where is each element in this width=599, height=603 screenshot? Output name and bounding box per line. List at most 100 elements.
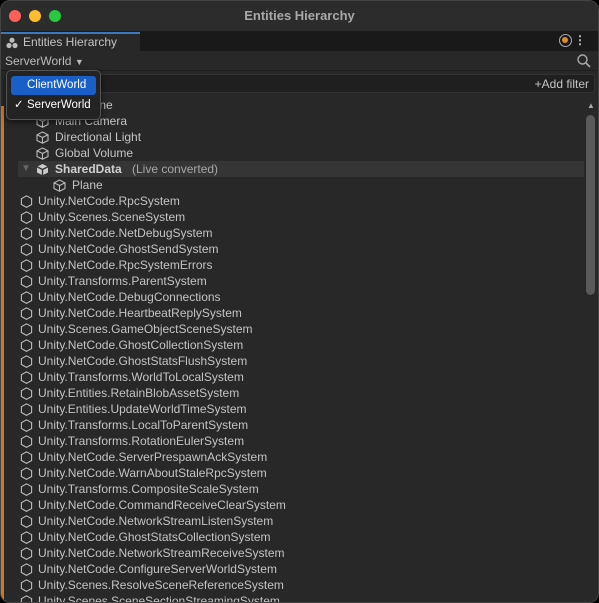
system-icon: [20, 307, 33, 320]
plus-icon: +: [534, 77, 542, 91]
minimize-button[interactable]: [29, 10, 41, 22]
search-filter-field[interactable]: +Add filter: [91, 74, 595, 93]
system-icon: [20, 387, 33, 400]
scrollbar-thumb[interactable]: [586, 115, 595, 295]
system-icon: [20, 355, 33, 368]
system-icon: [20, 339, 33, 352]
system-icon: [20, 451, 33, 464]
close-button[interactable]: [9, 10, 21, 22]
world-selector-dropdown[interactable]: ServerWorld ▼: [5, 54, 84, 68]
tree-item-label: Unity.Transforms.LocalToParentSystem: [38, 418, 249, 432]
chevron-down-icon: ▼: [74, 57, 84, 67]
live-conversion-indicator-icon[interactable]: [559, 34, 572, 47]
tree-item[interactable]: Unity.Transforms.WorldToLocalSystem: [1, 369, 584, 385]
checkmark-icon: ✓: [14, 99, 24, 111]
tree-item[interactable]: Unity.NetCode.NetworkStreamListenSystem: [1, 513, 584, 529]
tree-item[interactable]: Unity.NetCode.RpcSystem: [1, 193, 584, 209]
system-icon: [20, 243, 33, 256]
system-icon: [20, 531, 33, 544]
more-options-icon[interactable]: ⋮: [574, 33, 586, 47]
expand-arrow-icon[interactable]: ▼: [21, 161, 31, 177]
system-icon: [20, 579, 33, 592]
tree-item[interactable]: Unity.Transforms.LocalToParentSystem: [1, 417, 584, 433]
cube-icon: [36, 147, 49, 160]
tree-item[interactable]: Unity.NetCode.WarnAboutStaleRpcSystem: [1, 465, 584, 481]
system-icon: [20, 483, 33, 496]
menu-item-serverworld[interactable]: ✓ ServerWorld: [11, 96, 96, 115]
tree-item-label: Unity.Scenes.GameObjectSceneSystem: [38, 322, 253, 336]
tree-item-label: Unity.NetCode.RpcSystemErrors: [38, 258, 213, 272]
system-icon: [20, 499, 33, 512]
tree-item-label: Unity.Transforms.RotationEulerSystem: [38, 434, 245, 448]
tree-item[interactable]: Global Volume: [1, 145, 584, 161]
tree-item-label: Global Volume: [55, 146, 134, 160]
tree-item-label: Unity.NetCode.GhostStatsFlushSystem: [38, 354, 248, 368]
tree-item[interactable]: Unity.Transforms.RotationEulerSystem: [1, 433, 584, 449]
system-icon: [20, 563, 33, 576]
entities-hierarchy-window: Entities Hierarchy Entities Hierarchy ⋮ …: [0, 0, 599, 603]
tree-item[interactable]: Unity.Scenes.SceneSystem: [1, 209, 584, 225]
tree-item[interactable]: Unity.NetCode.DebugConnections: [1, 289, 584, 305]
tree-item[interactable]: Unity.NetCode.NetworkStreamReceiveSystem: [1, 545, 584, 561]
tree-item-label: Unity.Entities.UpdateWorldTimeSystem: [38, 402, 247, 416]
tree-item[interactable]: Unity.Entities.RetainBlobAssetSystem: [1, 385, 584, 401]
tree-item-label: Unity.NetCode.WarnAboutStaleRpcSystem: [38, 466, 267, 480]
tab-entities-hierarchy[interactable]: Entities Hierarchy: [1, 32, 140, 51]
tree-item[interactable]: Unity.NetCode.GhostStatsCollectionSystem: [1, 529, 584, 545]
tree-item-label: Unity.NetCode.ServerPrespawnAckSystem: [38, 450, 268, 464]
tree-item[interactable]: Unity.NetCode.HeartbeatReplySystem: [1, 305, 584, 321]
menu-item-label: ServerWorld: [27, 99, 91, 111]
tree-item[interactable]: Plane: [1, 177, 584, 193]
menu-item-clientworld[interactable]: ClientWorld: [11, 76, 96, 95]
world-dropdown-menu: ClientWorld ✓ ServerWorld: [6, 70, 101, 120]
tree-item[interactable]: Unity.NetCode.ConfigureServerWorldSystem: [1, 561, 584, 577]
tree-item[interactable]: Unity.Scenes.SceneSectionStreamingSystem: [1, 593, 584, 603]
system-icon: [20, 275, 33, 288]
tree-item-label: Unity.Transforms.CompositeScaleSystem: [38, 482, 259, 496]
system-icon: [20, 547, 33, 560]
tree-item[interactable]: Unity.Scenes.GameObjectSceneSystem: [1, 321, 584, 337]
system-icon: [20, 467, 33, 480]
tree-item-suffix: (Live converted): [132, 162, 219, 176]
tree-item-label: Unity.NetCode.GhostStatsCollectionSystem: [38, 530, 271, 544]
tree-item[interactable]: Unity.NetCode.CommandReceiveClearSystem: [1, 497, 584, 513]
system-icon: [20, 323, 33, 336]
tree-item[interactable]: Directional Light: [1, 129, 584, 145]
system-icon: [20, 403, 33, 416]
tree-item[interactable]: Unity.NetCode.NetDebugSystem: [1, 225, 584, 241]
system-icon: [20, 211, 33, 224]
add-filter-button[interactable]: +Add filter: [535, 77, 589, 91]
system-icon: [20, 419, 33, 432]
tree-item-label: Unity.NetCode.CommandReceiveClearSystem: [38, 498, 286, 512]
tree-item-label: Unity.Scenes.ResolveSceneReferenceSystem: [38, 578, 284, 592]
tree-item[interactable]: ▼ SharedData (Live converted): [18, 161, 584, 177]
title-bar: Entities Hierarchy: [1, 1, 598, 31]
tree-item[interactable]: Unity.NetCode.ServerPrespawnAckSystem: [1, 449, 584, 465]
tree-item[interactable]: Unity.NetCode.GhostStatsFlushSystem: [1, 353, 584, 369]
tree-item[interactable]: Unity.Entities.UpdateWorldTimeSystem: [1, 401, 584, 417]
tree-item-label: Unity.Transforms.WorldToLocalSystem: [38, 370, 244, 384]
tree-item-label: Unity.NetCode.ConfigureServerWorldSystem: [38, 562, 277, 576]
system-icon: [20, 435, 33, 448]
tree-item-label: Unity.NetCode.RpcSystem: [38, 194, 180, 208]
system-icon: [20, 195, 33, 208]
tree-item[interactable]: Unity.Transforms.ParentSystem: [1, 273, 584, 289]
tree-item-label: Unity.NetCode.DebugConnections: [38, 290, 221, 304]
tree-item[interactable]: Unity.NetCode.GhostSendSystem: [1, 241, 584, 257]
tree-item-label: Unity.Scenes.SceneSystem: [38, 210, 186, 224]
tree-item[interactable]: Unity.NetCode.GhostCollectionSystem: [1, 337, 584, 353]
window-title: Entities Hierarchy: [244, 8, 355, 23]
tree-item-label: Unity.Transforms.ParentSystem: [38, 274, 207, 288]
zoom-button[interactable]: [49, 10, 61, 22]
tree-item[interactable]: Unity.Scenes.ResolveSceneReferenceSystem: [1, 577, 584, 593]
scroll-up-icon[interactable]: ▲: [587, 101, 595, 110]
tree-item-label: SharedData: [55, 162, 122, 176]
search-icon[interactable]: [576, 53, 592, 69]
entities-icon: [6, 37, 18, 49]
cube-icon: [53, 179, 66, 192]
tree-item[interactable]: Unity.NetCode.RpcSystemErrors: [1, 257, 584, 273]
tree-item-label: Unity.NetCode.NetDebugSystem: [38, 226, 213, 240]
vertical-scrollbar[interactable]: ▲: [585, 97, 596, 602]
tree-item[interactable]: Unity.Transforms.CompositeScaleSystem: [1, 481, 584, 497]
tree-item-label: Unity.Scenes.SceneSectionStreamingSystem: [38, 594, 280, 603]
